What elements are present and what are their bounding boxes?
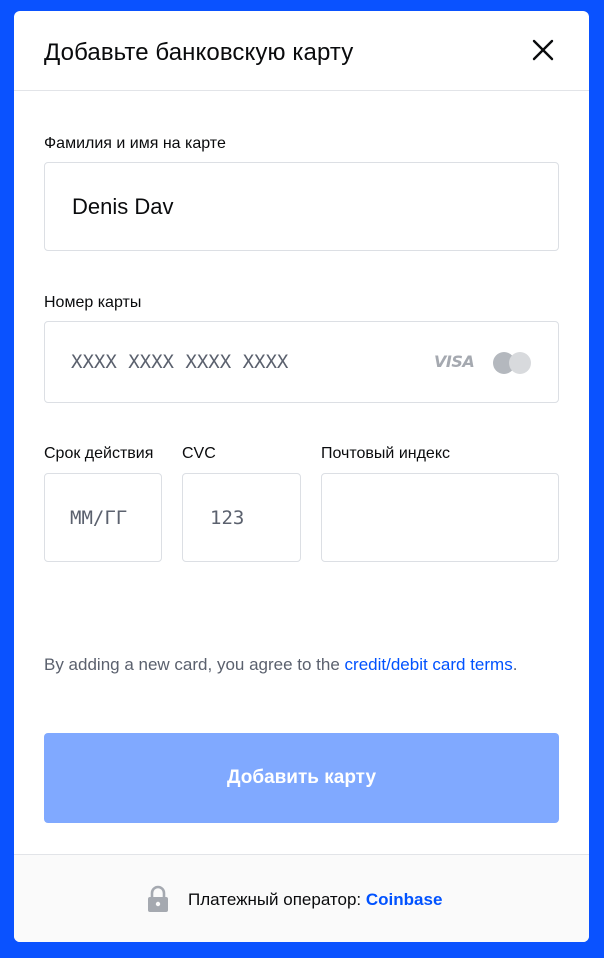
postal-field-box <box>321 473 559 562</box>
payment-operator: Платежный оператор: Coinbase <box>188 889 442 911</box>
expiry-field-box <box>44 473 162 562</box>
close-button[interactable] <box>530 37 556 63</box>
close-icon <box>532 39 554 61</box>
coinbase-brand: Coinbase <box>365 890 443 909</box>
cvc-label: CVC <box>182 445 216 462</box>
cardholder-input[interactable] <box>45 163 558 250</box>
terms-notice: By adding a new card, you agree to the c… <box>44 651 534 678</box>
terms-prefix: By adding a new card, you agree to the <box>44 655 345 674</box>
payment-operator-label: Платежный оператор: <box>188 890 366 909</box>
add-card-dialog: Добавьте банковскую карту Фамилия и имя … <box>14 11 589 942</box>
cvc-field-box <box>182 473 301 562</box>
postal-label: Почтовый индекс <box>321 445 450 462</box>
card-number-input[interactable] <box>45 322 415 402</box>
expiry-input[interactable] <box>45 474 161 561</box>
dialog-footer: Платежный оператор: Coinbase <box>14 854 589 942</box>
terms-suffix: . <box>512 655 518 674</box>
cardholder-field-box <box>44 162 559 251</box>
cvc-input[interactable] <box>183 474 300 561</box>
card-number-field-box: VISA <box>44 321 559 403</box>
add-card-button[interactable]: Добавить карту <box>44 733 559 823</box>
expiry-label: Срок действия <box>44 445 154 462</box>
postal-input[interactable] <box>322 474 558 561</box>
lock-icon <box>148 885 168 912</box>
visa-logo: VISA <box>434 352 475 371</box>
mastercard-icon <box>493 352 531 374</box>
card-terms-link[interactable]: credit/debit card terms <box>345 655 513 674</box>
card-number-label: Номер карты <box>44 294 142 311</box>
cardholder-label: Фамилия и имя на карте <box>44 135 226 152</box>
dialog-title: Добавьте банковскую карту <box>44 39 354 66</box>
dialog-header: Добавьте банковскую карту <box>14 11 589 91</box>
